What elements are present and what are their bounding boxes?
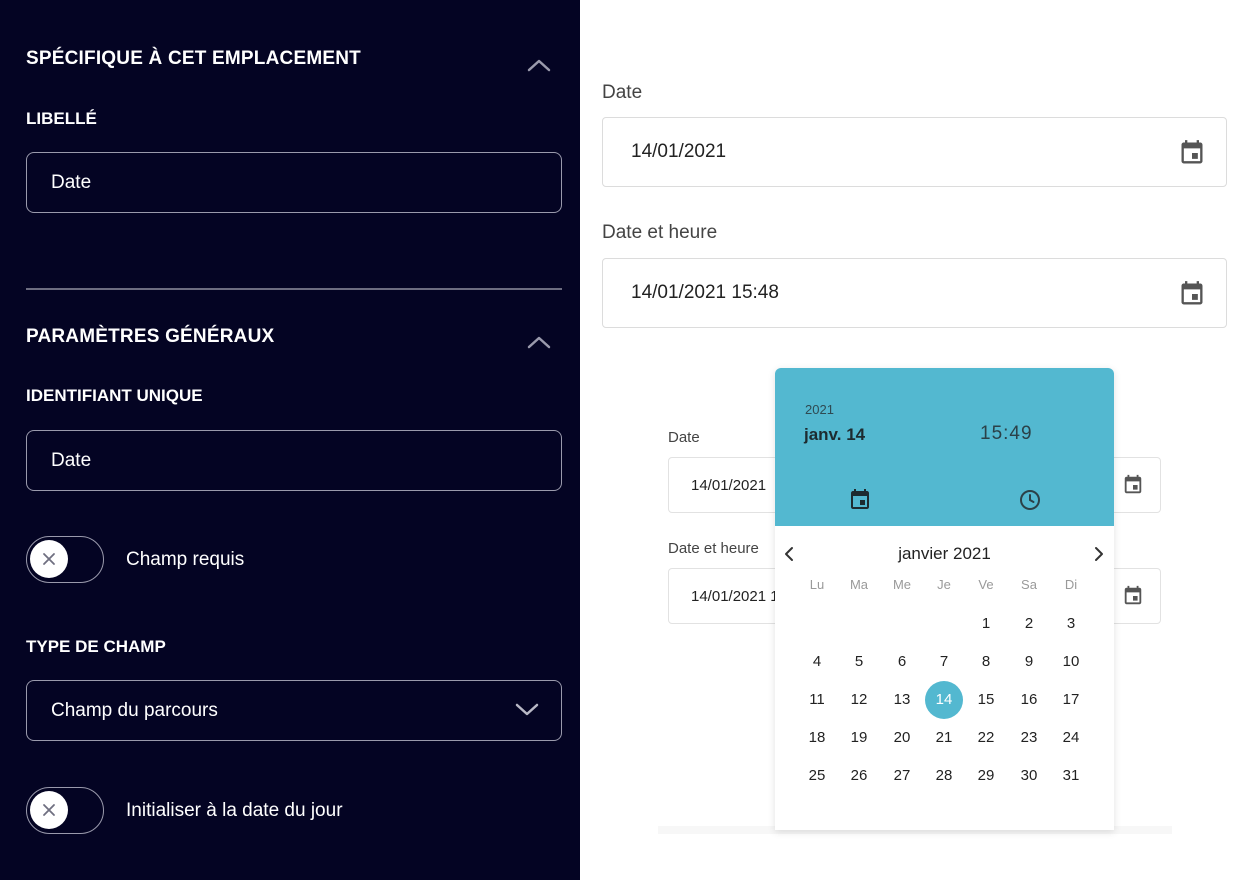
date-input-value: 14/01/2021 xyxy=(631,141,727,162)
libelle-input[interactable]: Date xyxy=(26,152,562,213)
weekday-label: Di xyxy=(1064,577,1078,592)
weekday-label: Sa xyxy=(1021,577,1037,592)
chevron-right-icon[interactable] xyxy=(1093,546,1105,562)
label-type: TYPE DE CHAMP xyxy=(26,637,166,656)
calendar-day[interactable]: 31 xyxy=(1052,757,1090,795)
calendar-day[interactable]: 29 xyxy=(967,757,1005,795)
calendar-day[interactable]: 24 xyxy=(1052,719,1090,757)
close-icon xyxy=(43,553,55,565)
picker-hour[interactable]: 15 xyxy=(980,423,1003,444)
picker-time: 15:49 xyxy=(980,423,1033,445)
picker-header: 2021 janv. 14 15:49 xyxy=(775,368,1114,526)
calendar-day[interactable]: 17 xyxy=(1052,681,1090,719)
weekday-label: Ma xyxy=(849,577,869,592)
settings-panel: SPÉCIFIQUE À CET EMPLACEMENT LIBELLÉ Dat… xyxy=(0,0,580,880)
calendar-icon[interactable] xyxy=(1122,474,1144,496)
required-toggle[interactable] xyxy=(26,536,104,583)
datetime-field-label: Date et heure xyxy=(602,222,718,243)
picker-year[interactable]: 2021 xyxy=(805,402,834,417)
toggle-knob xyxy=(30,540,68,578)
calendar-day[interactable]: 10 xyxy=(1052,643,1090,681)
label-identifiant: IDENTIFIANT UNIQUE xyxy=(26,386,203,405)
small-date-label: Date xyxy=(668,429,700,446)
section-title-general: PARAMÈTRES GÉNÉRAUX xyxy=(26,326,275,347)
calendar-day[interactable]: 7 xyxy=(925,643,963,681)
picker-date[interactable]: janv. 14 xyxy=(804,425,865,445)
calendar-day[interactable]: 28 xyxy=(925,757,963,795)
chevron-up-icon[interactable] xyxy=(527,335,551,349)
calendar-day[interactable]: 30 xyxy=(1010,757,1048,795)
field-type-value: Champ du parcours xyxy=(51,699,218,721)
calendar-day[interactable]: 3 xyxy=(1052,605,1090,643)
init-today-toggle[interactable] xyxy=(26,787,104,834)
calendar-icon[interactable] xyxy=(1122,585,1144,607)
libelle-input-value: Date xyxy=(51,171,92,193)
calendar-day[interactable]: 27 xyxy=(883,757,921,795)
calendar-icon[interactable] xyxy=(1178,139,1206,167)
chevron-down-icon xyxy=(515,703,539,716)
small-date-value: 14/01/2021 xyxy=(691,476,767,494)
section-title-specific: SPÉCIFIQUE À CET EMPLACEMENT xyxy=(26,48,361,69)
date-field-label: Date xyxy=(602,82,643,103)
calendar-day[interactable]: 16 xyxy=(1010,681,1048,719)
calendar-tab-icon[interactable] xyxy=(848,488,872,512)
calendar-day[interactable]: 25 xyxy=(798,757,836,795)
divider xyxy=(26,288,562,290)
calendar-day[interactable]: 12 xyxy=(840,681,878,719)
datetime-input[interactable]: 14/01/2021 15:48 xyxy=(602,258,1227,328)
calendar-day[interactable]: 4 xyxy=(798,643,836,681)
calendar-day[interactable]: 6 xyxy=(883,643,921,681)
init-today-toggle-label: Initialiser à la date du jour xyxy=(126,800,343,821)
field-type-select[interactable]: Champ du parcours xyxy=(26,680,562,741)
required-toggle-label: Champ requis xyxy=(126,549,245,570)
date-input[interactable]: 14/01/2021 xyxy=(602,117,1227,187)
calendar-day[interactable]: 5 xyxy=(840,643,878,681)
close-icon xyxy=(43,804,55,816)
calendar-day[interactable]: 19 xyxy=(840,719,878,757)
calendar-day[interactable]: 11 xyxy=(798,681,836,719)
calendar-day[interactable]: 13 xyxy=(883,681,921,719)
calendar-icon[interactable] xyxy=(1178,280,1206,308)
calendar-day[interactable]: 2 xyxy=(1010,605,1048,643)
datetime-picker: 2021 janv. 14 15:49 janvier 2021 Lu Ma Me J… xyxy=(775,368,1114,830)
calendar-day[interactable]: 26 xyxy=(840,757,878,795)
calendar-day[interactable]: 8 xyxy=(967,643,1005,681)
calendar-day[interactable]: 9 xyxy=(1010,643,1048,681)
weekday-label: Lu xyxy=(809,577,825,592)
month-title: janvier 2021 xyxy=(898,544,991,563)
picker-minute[interactable]: 49 xyxy=(1009,423,1032,444)
toggle-knob xyxy=(30,791,68,829)
weekday-label: Ve xyxy=(978,577,994,592)
calendar-day[interactable]: 18 xyxy=(798,719,836,757)
calendar-day-selected[interactable]: 14 xyxy=(925,681,963,719)
chevron-up-icon[interactable] xyxy=(527,58,551,72)
identifiant-input-value: Date xyxy=(51,449,92,471)
datetime-input-value: 14/01/2021 15:48 xyxy=(631,282,779,303)
calendar-day[interactable]: 15 xyxy=(967,681,1005,719)
calendar-day[interactable]: 23 xyxy=(1010,719,1048,757)
weekday-label: Me xyxy=(892,577,912,592)
small-datetime-label: Date et heure xyxy=(668,540,759,557)
identifiant-input[interactable]: Date xyxy=(26,430,562,491)
small-datetime-value: 14/01/2021 1 xyxy=(691,587,779,605)
clock-tab-icon[interactable] xyxy=(1018,488,1042,512)
label-libelle: LIBELLÉ xyxy=(26,109,97,128)
calendar-day[interactable]: 20 xyxy=(883,719,921,757)
calendar-day[interactable]: 22 xyxy=(967,719,1005,757)
calendar-day[interactable]: 21 xyxy=(925,719,963,757)
weekday-label: Je xyxy=(937,577,951,592)
calendar-day[interactable]: 1 xyxy=(967,605,1005,643)
